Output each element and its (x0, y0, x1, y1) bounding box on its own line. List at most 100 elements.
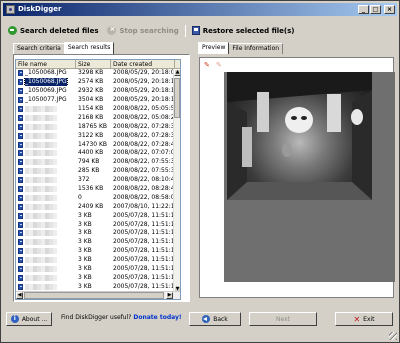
results-list[interactable]: File name Size Date created _1050068.JPG… (15, 59, 181, 300)
table-row[interactable]: 285 KB 2008/08/22, 07:55:3.. (16, 167, 180, 176)
table-row[interactable]: 3122 KB 2008/08/22, 07:28:3.. (16, 131, 180, 140)
filename-cell (16, 230, 76, 237)
tab-search-results[interactable]: Search results (63, 42, 115, 54)
minimize-button[interactable]: _ (358, 5, 369, 14)
column-header-filename[interactable]: File name (16, 60, 76, 68)
file-icon (18, 70, 23, 77)
table-row[interactable]: _1050068.JPG 3298 KB 2008/05/29, 20:18:0.. (16, 69, 180, 78)
table-row[interactable]: 4400 KB 2008/08/22, 07:07:0.. (16, 149, 180, 158)
stop-searching-button[interactable]: Stop searching (104, 24, 181, 37)
redacted-filename (25, 177, 57, 184)
table-row[interactable]: _1050077.JPG 3504 KB 2008/05/29, 20:18:1.. (16, 96, 180, 105)
table-row[interactable]: 3 KB 2005/07/28, 11:51:1.. (16, 220, 180, 229)
search-deleted-button[interactable]: Search deleted files (5, 24, 101, 37)
size-cell: 3 KB (78, 273, 92, 281)
file-icon (18, 177, 23, 184)
size-cell: 0 (78, 193, 82, 201)
table-row[interactable]: _1050068.JPG 2574 KB 2008/05/29, 20:18:1.. (16, 78, 180, 87)
file-icon (18, 106, 23, 112)
preview-image (227, 72, 372, 200)
restore-selected-button[interactable]: Restore selected file(s) (189, 24, 298, 37)
filename-cell (16, 194, 76, 201)
maximize-button[interactable]: □ (370, 5, 381, 14)
date-cell: 2005/07/28, 11:51:1.. (113, 256, 175, 264)
resize-grip[interactable] (389, 332, 397, 340)
table-row[interactable]: 1536 KB 2008/08/22, 08:28:4.. (16, 185, 180, 194)
table-row[interactable]: 3 KB 2005/07/28, 11:51:1.. (16, 256, 180, 265)
filename-cell (16, 248, 76, 255)
table-row[interactable]: 794 KB 2008/08/22, 07:55:3.. (16, 158, 180, 167)
file-icon (18, 257, 23, 264)
table-row[interactable]: 14730 KB 2008/08/22, 07:28:4.. (16, 140, 180, 149)
filename-cell (16, 150, 76, 157)
redacted-filename (25, 132, 57, 139)
exit-button[interactable]: ✕ Exit (335, 312, 393, 326)
table-row[interactable]: 0 2008/08/22, 08:58:0.. (16, 193, 180, 202)
stop-searching-label: Stop searching (119, 26, 179, 35)
title-bar: DiskDigger _ □ × (3, 3, 397, 16)
list-header: File name Size Date created (16, 60, 180, 69)
list-rows: _1050068.JPG 3298 KB 2008/05/29, 20:18:0..… (16, 69, 180, 291)
scroll-thumb[interactable] (174, 78, 180, 118)
size-cell: 3 KB (78, 247, 92, 255)
file-icon (18, 141, 23, 148)
redacted-filename (25, 106, 57, 112)
redacted-filename (25, 266, 57, 273)
file-icon (18, 266, 23, 273)
table-row[interactable]: 372 2008/08/22, 08:10:4.. (16, 176, 180, 185)
exit-label: Exit (363, 315, 375, 323)
filename-cell (16, 266, 76, 273)
filename-cell (16, 177, 76, 184)
close-button[interactable]: × (384, 5, 395, 14)
file-icon (18, 79, 23, 86)
size-cell: 3 KB (78, 229, 92, 237)
size-cell: 285 KB (78, 167, 100, 175)
vertical-scrollbar[interactable]: ▲ ▼ (173, 69, 180, 293)
back-button[interactable]: Back (189, 312, 241, 326)
table-row[interactable]: 3 KB 2005/07/28, 11:51:1.. (16, 238, 180, 247)
horizontal-scrollbar[interactable]: ◀ ▶ (16, 291, 180, 299)
restore-selected-label: Restore selected file(s) (202, 26, 295, 35)
filename-cell (16, 159, 76, 166)
hscroll-thumb[interactable] (24, 292, 164, 299)
toolbar: Search deleted files Stop searching Rest… (5, 23, 395, 38)
table-row[interactable]: _1050069.JPG 2932 KB 2008/05/29, 20:18:1.. (16, 87, 180, 96)
size-cell: 3 KB (78, 265, 92, 273)
redacted-filename (25, 239, 57, 246)
redacted-filename (25, 186, 57, 193)
tab-preview[interactable]: Preview (198, 42, 230, 54)
table-row[interactable]: 3 KB 2005/07/28, 11:51:1.. (16, 282, 180, 291)
tab-search-criteria[interactable]: Search criteria (13, 43, 65, 54)
table-row[interactable]: 3 KB 2005/07/28, 11:51:1.. (16, 247, 180, 256)
next-button[interactable]: Next (249, 312, 317, 326)
date-cell: 2008/08/22, 08:10:4.. (113, 176, 175, 184)
filename-cell: _1050068.JPG (16, 69, 76, 77)
column-header-date[interactable]: Date created (111, 60, 175, 68)
table-row[interactable]: 3 KB 2005/07/28, 11:51:1.. (16, 229, 180, 238)
scroll-right-icon[interactable]: ▶ (166, 292, 173, 299)
table-row[interactable]: 2409 KB 2007/08/10, 11:22:1.. (16, 202, 180, 211)
table-row[interactable]: 1154 KB 2008/08/22, 05:05:5.. (16, 105, 180, 114)
tab-file-information[interactable]: File Information (228, 43, 284, 54)
size-cell: 794 KB (78, 158, 100, 166)
zoom-out-icon[interactable]: ✎ (216, 61, 224, 69)
column-header-size[interactable]: Size (76, 60, 111, 68)
redacted-filename (25, 257, 57, 264)
table-row[interactable]: 3 KB 2005/07/28, 11:51:1.. (16, 265, 180, 274)
size-cell: 372 (78, 176, 90, 184)
size-cell: 3298 KB (78, 69, 104, 77)
table-row[interactable]: 2168 KB 2008/08/22, 05:08:2.. (16, 113, 180, 122)
table-row[interactable]: 3 KB 2005/07/28, 11:51:1.. (16, 273, 180, 282)
file-icon (18, 194, 23, 201)
filename-cell (16, 114, 76, 121)
zoom-in-icon[interactable]: ✎ (204, 61, 212, 69)
table-row[interactable]: 18765 KB 2008/08/22, 07:28:3.. (16, 122, 180, 131)
scroll-up-icon[interactable]: ▲ (174, 69, 180, 76)
scroll-left-icon[interactable]: ◀ (16, 292, 23, 299)
table-row[interactable]: 3 KB 2005/07/28, 11:51:1.. (16, 211, 180, 220)
size-cell: 3 KB (78, 282, 92, 290)
donate-link[interactable]: Donate today! (133, 314, 181, 321)
redacted-filename (25, 283, 57, 290)
file-icon (18, 132, 23, 139)
about-button[interactable]: i About ... (6, 312, 52, 326)
